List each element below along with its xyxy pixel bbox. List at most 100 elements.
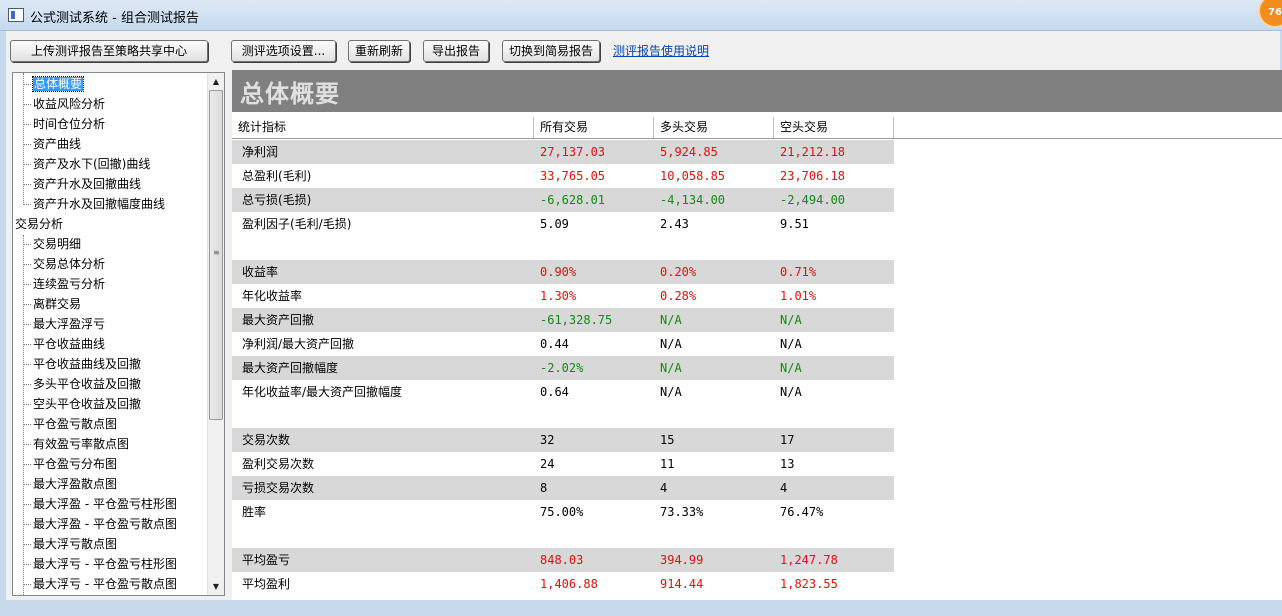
metric-value: 27,137.03 (540, 145, 606, 159)
sidebar-item[interactable]: 时间仓位分析 (22, 115, 106, 133)
table-row (232, 524, 894, 548)
metric-value: 0.20% (660, 265, 697, 279)
table-row: 总盈利(毛利) 33,765.05 10,058.85 23,706.18 (232, 164, 894, 188)
sidebar-item-label: 资产升水及回撤曲线 (33, 177, 142, 191)
metric-value: -6,628.01 (540, 193, 606, 207)
table-row: 平均盈利 1,406.88 914.44 1,823.55 (232, 572, 894, 596)
sidebar-item[interactable]: 多头平仓收益及回撤 (22, 375, 141, 393)
metric-value: N/A (780, 385, 802, 399)
table-row: 年化收益率 1.30% 0.28% 1.01% (232, 284, 894, 308)
sidebar-item-label: 资产升水及回撤幅度曲线 (33, 197, 166, 211)
sidebar-item[interactable]: 总体概要 (22, 75, 85, 93)
scroll-up-arrow-icon[interactable]: ▲ (208, 73, 224, 90)
sidebar-item[interactable]: 最大浮盈 - 平仓盈亏散点图 (23, 515, 177, 533)
sidebar-item[interactable]: 最大浮亏 - 平仓盈亏散点图 (23, 575, 177, 593)
metric-label: 交易次数 (242, 433, 291, 447)
window-title: 公式测试系统 - 组合测试报告 (30, 11, 199, 26)
export-report-button[interactable]: 导出报告 (423, 40, 489, 62)
sidebar-item-label: 平仓收益曲线 (33, 337, 106, 351)
table-row (232, 404, 894, 428)
column-header-metric[interactable]: 统计指标 (232, 117, 534, 138)
metric-value: 0.28% (660, 289, 697, 303)
metric-value: 23,706.18 (780, 169, 846, 183)
sidebar-item[interactable]: 最大浮亏 - 平仓盈亏柱形图 (23, 555, 177, 573)
table-row: 净利润/最大资产回撤 0.44 N/A N/A (232, 332, 894, 356)
sidebar-item[interactable]: 有效盈亏率散点图 (22, 435, 129, 453)
metric-label: 最大资产回撤幅度 (242, 361, 339, 375)
upload-report-button[interactable]: 上传测评报告至策略共享中心 (10, 40, 208, 62)
report-header-band: 总体概要 (232, 70, 1282, 112)
metric-value: -4,134.00 (660, 193, 726, 207)
report-help-link[interactable]: 测评报告使用说明 (613, 42, 709, 59)
metric-value: 1,247.78 (780, 553, 838, 567)
sidebar-item-label: 时间仓位分析 (33, 117, 106, 131)
sidebar-item-label: 最大浮盈 - 平仓盈亏散点图 (33, 517, 177, 531)
table-row: 平均盈亏 848.03 394.99 1,247.78 (232, 548, 894, 572)
sidebar-item[interactable]: 平仓盈亏散点图 (22, 415, 117, 433)
metric-value: -61,328.75 (540, 313, 613, 327)
report-nav-tree[interactable]: 总体概要收益风险分析 时间仓位分析资产曲线资产及水下(回撤)曲线 资产升水及回撤曲线… (12, 72, 225, 596)
tree-connector-line (23, 73, 24, 205)
sidebar-item-label: 总体概要 (31, 76, 85, 92)
sidebar-item[interactable]: 平仓收益曲线及回撤 (22, 355, 141, 373)
sidebar-item[interactable]: 资产及水下(回撤)曲线 (22, 155, 151, 173)
sidebar-item[interactable]: 平仓盈亏分布图 (22, 455, 117, 473)
sidebar-item[interactable]: 资产曲线 (22, 135, 81, 153)
table-row: 交易次数 32 15 17 (232, 428, 894, 452)
sidebar-item-label: 收益风险分析 (33, 97, 106, 111)
metric-value: N/A (660, 313, 682, 327)
sidebar-item[interactable]: 平仓收益曲线 (22, 335, 106, 353)
test-options-button[interactable]: 测评选项设置... (231, 40, 336, 62)
sidebar-item[interactable]: 资产升水及回撤曲线 (22, 175, 142, 193)
app-icon (8, 8, 24, 22)
metric-value: 914.44 (660, 577, 704, 591)
metric-value: 848.03 (540, 553, 584, 567)
header-divider (232, 138, 1282, 139)
sidebar-item-label: 资产及水下(回撤)曲线 (33, 157, 151, 171)
refresh-button[interactable]: 重新刷新 (348, 40, 410, 62)
metric-label: 净利润 (242, 145, 279, 159)
scroll-down-arrow-icon[interactable]: ▼ (208, 578, 224, 595)
switch-simple-report-button[interactable]: 切换到简易报告 (502, 40, 600, 62)
sidebar-item[interactable]: 离群交易 (22, 295, 81, 313)
window-frame-left (0, 31, 6, 616)
sidebar-item[interactable]: 交易分析 (15, 215, 63, 233)
sidebar-item[interactable]: 连续盈亏分析 (22, 275, 105, 293)
table-row: 最大资产回撤幅度 -2.02% N/A N/A (232, 356, 894, 380)
sidebar-item[interactable]: 空头平仓收益及回撤 (22, 395, 141, 413)
tree-scrollbar[interactable]: ▲ ≡ ▼ (207, 73, 224, 595)
column-header-all-trades[interactable]: 所有交易 (534, 117, 654, 138)
notification-badge[interactable]: 76 (1258, 0, 1282, 28)
sidebar-item[interactable]: 收益风险分析 (22, 95, 106, 113)
metric-label: 盈利因子(毛利/毛损) (242, 217, 352, 231)
scroll-thumb[interactable]: ≡ (209, 90, 223, 420)
sidebar-item-label: 最大浮盈 - 平仓盈亏柱形图 (33, 497, 177, 511)
sidebar-item[interactable]: 资产升水及回撤幅度曲线 (22, 195, 166, 213)
metric-value: -2.02% (540, 361, 584, 375)
sidebar-item[interactable]: 最大浮盈 - 平仓盈亏柱形图 (23, 495, 177, 513)
sidebar-item-label: 最大浮亏 - 平仓盈亏柱形图 (33, 557, 177, 571)
column-header-short-trades[interactable]: 空头交易 (774, 117, 894, 138)
sidebar-item[interactable]: 最大浮盈浮亏 (22, 315, 105, 333)
sidebar-item-label: 交易分析 (15, 217, 64, 231)
sidebar-item[interactable]: 交易总体分析 (22, 255, 105, 273)
metric-value: 75.00% (540, 505, 584, 519)
metric-value: 13 (780, 457, 795, 471)
metric-value: 76.47% (780, 505, 824, 519)
metric-label: 亏损交易次数 (242, 481, 315, 495)
metric-label: 年化收益率 (242, 289, 303, 303)
column-header-long-trades[interactable]: 多头交易 (654, 117, 774, 138)
sidebar-item[interactable]: 交易明细 (22, 235, 81, 253)
metric-value: 24 (540, 457, 555, 471)
metric-value: 8 (540, 481, 548, 495)
metric-label: 胜率 (242, 505, 267, 519)
table-row: 年化收益率/最大资产回撤幅度 0.64 N/A N/A (232, 380, 894, 404)
metric-label: 净利润/最大资产回撤 (242, 337, 355, 351)
sidebar-item[interactable]: 最大浮亏散点图 (22, 535, 117, 553)
metric-value: 0.90% (540, 265, 577, 279)
sidebar-item[interactable]: 最大浮盈散点图 (22, 475, 117, 493)
metric-value: 0.71% (780, 265, 817, 279)
table-row: 收益率 0.90% 0.20% 0.71% (232, 260, 894, 284)
metric-value: 1,823.55 (780, 577, 838, 591)
metric-label: 最大资产回撤 (242, 313, 315, 327)
